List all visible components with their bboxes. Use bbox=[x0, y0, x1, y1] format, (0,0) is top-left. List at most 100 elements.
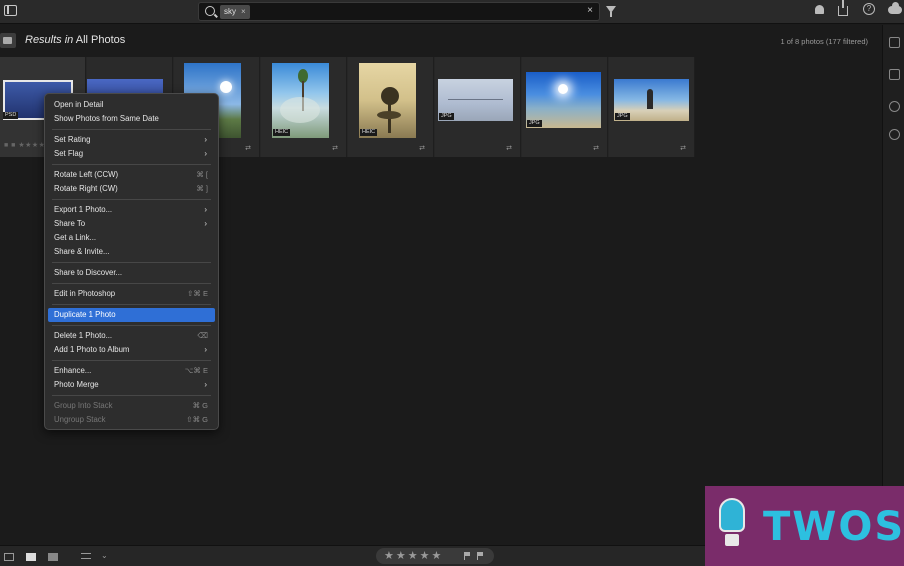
menu-item-set-flag[interactable]: Set Flag › bbox=[48, 147, 215, 161]
menu-item-share-to[interactable]: Share To › bbox=[48, 217, 215, 231]
photo-thumbnail[interactable] bbox=[272, 63, 329, 138]
menu-item-photo-merge[interactable]: Photo Merge › bbox=[48, 378, 215, 392]
cloud-button[interactable] bbox=[888, 2, 902, 17]
menu-label: Enhance... bbox=[54, 366, 92, 375]
search-chip[interactable]: sky × bbox=[220, 5, 250, 19]
pick-flag-icon[interactable] bbox=[464, 552, 471, 560]
menu-separator bbox=[52, 395, 211, 396]
menu-item-delete[interactable]: Delete 1 Photo... ⌫ bbox=[48, 329, 215, 343]
menu-item-add-to-album[interactable]: Add 1 Photo to Album › bbox=[48, 343, 215, 357]
help-icon: ? bbox=[863, 3, 875, 15]
shortcut-label: ⇧⌘ E bbox=[187, 289, 208, 298]
menu-item-set-rating[interactable]: Set Rating › bbox=[48, 133, 215, 147]
menu-separator bbox=[52, 304, 211, 305]
menu-item-share-discover[interactable]: Share to Discover... bbox=[48, 266, 215, 280]
menu-item-ungroup-stack: Ungroup Stack ⇧⌘ G bbox=[48, 413, 215, 427]
submenu-arrow-icon: › bbox=[204, 149, 207, 158]
menu-item-enhance[interactable]: Enhance... ⌥⌘ E bbox=[48, 364, 215, 378]
rating-stars[interactable]: ■ ■ ★★★★ bbox=[4, 141, 45, 149]
submenu-arrow-icon: › bbox=[204, 380, 207, 389]
submenu-arrow-icon: › bbox=[204, 135, 207, 144]
chip-close-icon[interactable]: × bbox=[241, 7, 246, 16]
menu-label: Export 1 Photo... bbox=[54, 205, 113, 214]
submenu-arrow-icon: › bbox=[204, 219, 207, 228]
watermark-logo: TWOS bbox=[705, 486, 904, 566]
search-box[interactable]: sky × × bbox=[198, 2, 600, 21]
menu-label: Share & Invite... bbox=[54, 247, 110, 256]
photo-cell[interactable]: JPG ⇄ bbox=[609, 57, 695, 157]
photo-cell[interactable]: JPG ⇄ bbox=[435, 57, 521, 157]
search-chip-label: sky bbox=[224, 7, 236, 16]
shortcut-label: ⌘ G bbox=[192, 401, 208, 410]
results-scope: All Photos bbox=[75, 34, 126, 46]
grid-view-small-icon[interactable] bbox=[4, 553, 14, 561]
menu-item-share-invite[interactable]: Share & Invite... bbox=[48, 245, 215, 259]
share-icon bbox=[838, 0, 848, 16]
menu-item-rotate-left[interactable]: Rotate Left (CCW) ⌘ [ bbox=[48, 168, 215, 182]
shortcut-label: ⇧⌘ G bbox=[186, 415, 208, 424]
healing-icon[interactable] bbox=[889, 101, 900, 112]
help-button[interactable]: ? bbox=[863, 3, 877, 17]
photo-cell[interactable]: HEIC ⇄ bbox=[261, 57, 347, 157]
menu-item-duplicate[interactable]: Duplicate 1 Photo bbox=[48, 308, 215, 322]
menu-label: Share To bbox=[54, 219, 86, 228]
submenu-arrow-icon: › bbox=[204, 205, 207, 214]
rating-stars[interactable]: ★★★★★ bbox=[384, 549, 443, 562]
menu-label: Delete 1 Photo... bbox=[54, 331, 113, 340]
menu-label: Set Rating bbox=[54, 135, 91, 144]
notifications-button[interactable] bbox=[813, 3, 827, 17]
menu-label: Set Flag bbox=[54, 149, 84, 158]
photo-cell[interactable]: HEIC ⇄ bbox=[348, 57, 434, 157]
menu-item-show-same-date[interactable]: Show Photos from Same Date bbox=[48, 112, 215, 126]
lightbulb-icon bbox=[719, 498, 745, 532]
photo-count: 1 of 8 photos (177 filtered) bbox=[780, 37, 868, 46]
chevron-down-icon[interactable]: ⌄ bbox=[101, 551, 111, 560]
menu-label: Open in Detail bbox=[54, 100, 104, 109]
shortcut-label: ⌘ [ bbox=[196, 170, 208, 179]
reject-flag-icon[interactable] bbox=[477, 552, 484, 560]
menu-separator bbox=[52, 360, 211, 361]
top-bar: sky × × ? bbox=[0, 0, 904, 24]
sidebar-toggle-icon[interactable] bbox=[4, 5, 17, 16]
top-right-icons: ? bbox=[813, 0, 902, 17]
menu-label: Edit in Photoshop bbox=[54, 289, 116, 298]
shortcut-label: ⌘ ] bbox=[196, 184, 208, 193]
menu-separator bbox=[52, 199, 211, 200]
lightbulb-base bbox=[725, 534, 739, 546]
sort-icon[interactable] bbox=[81, 553, 91, 559]
format-badge: JPG bbox=[615, 113, 630, 120]
right-rail bbox=[882, 25, 904, 541]
menu-label: Show Photos from Same Date bbox=[54, 114, 159, 123]
menu-item-group-stack: Group Into Stack ⌘ G bbox=[48, 399, 215, 413]
menu-separator bbox=[52, 325, 211, 326]
photo-thumbnail[interactable] bbox=[359, 63, 416, 138]
crop-icon[interactable] bbox=[889, 69, 900, 80]
menu-item-get-link[interactable]: Get a Link... bbox=[48, 231, 215, 245]
bell-icon bbox=[815, 5, 824, 14]
results-prefix: Results in bbox=[25, 34, 74, 46]
menu-item-export[interactable]: Export 1 Photo... › bbox=[48, 203, 215, 217]
format-badge: HEIC bbox=[273, 129, 291, 136]
stack-icon: ⇄ bbox=[332, 145, 338, 152]
detail-view-icon[interactable] bbox=[48, 553, 58, 561]
rating-bar[interactable]: ★★★★★ bbox=[376, 548, 494, 564]
menu-item-rotate-right[interactable]: Rotate Right (CW) ⌘ ] bbox=[48, 182, 215, 196]
edit-sliders-icon[interactable] bbox=[889, 37, 900, 48]
shortcut-label: ⌥⌘ E bbox=[184, 366, 208, 375]
menu-item-edit-photoshop[interactable]: Edit in Photoshop ⇧⌘ E bbox=[48, 287, 215, 301]
search-clear-icon[interactable]: × bbox=[587, 5, 593, 16]
menu-label: Ungroup Stack bbox=[54, 415, 106, 424]
library-icon[interactable] bbox=[0, 33, 16, 48]
menu-label: Group Into Stack bbox=[54, 401, 113, 410]
menu-item-open-in-detail[interactable]: Open in Detail bbox=[48, 98, 215, 112]
format-badge: PSD bbox=[3, 112, 19, 119]
filter-icon[interactable] bbox=[606, 6, 616, 17]
masking-icon[interactable] bbox=[889, 129, 900, 140]
search-icon bbox=[205, 6, 215, 16]
menu-label: Rotate Left (CCW) bbox=[54, 170, 119, 179]
photo-cell[interactable]: JPG ⇄ bbox=[522, 57, 608, 157]
grid-view-icon[interactable] bbox=[26, 553, 36, 561]
share-button[interactable] bbox=[838, 0, 852, 17]
format-badge: HEIC bbox=[360, 129, 378, 136]
menu-label: Share to Discover... bbox=[54, 268, 123, 277]
